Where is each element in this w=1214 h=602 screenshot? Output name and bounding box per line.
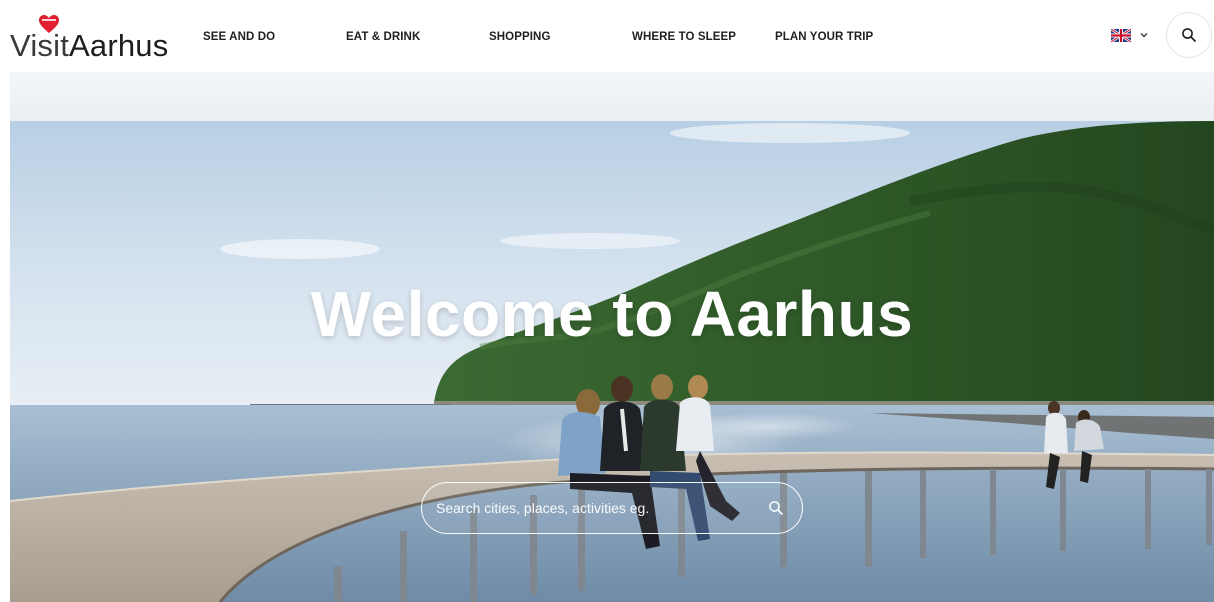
nav-see-and-do[interactable]: SEE AND DO (203, 28, 275, 46)
nav-where-to-sleep[interactable]: WHERE TO SLEEP (632, 28, 736, 46)
hero-search-box[interactable] (421, 482, 803, 534)
nav-plan-your-trip[interactable]: PLAN YOUR TRIP (775, 28, 873, 46)
search-icon (1182, 28, 1196, 42)
nav-shopping[interactable]: SHOPPING (489, 28, 551, 46)
logo-text-visit: Visit (10, 28, 70, 63)
uk-flag-icon (1111, 28, 1131, 42)
hero-banner: Welcome to Aarhus (10, 121, 1214, 602)
site-header: VisitAarhus SEE AND DO EAT & DRINK SHOPP… (0, 0, 1214, 72)
sky-strip (10, 72, 1214, 122)
hero-title: Welcome to Aarhus (310, 278, 914, 350)
logo-wordmark: VisitAarhus (10, 28, 168, 64)
nav-eat-and-drink[interactable]: EAT & DRINK (346, 28, 420, 46)
visit-aarhus-logo[interactable]: VisitAarhus (10, 14, 180, 64)
hero-search-input[interactable] (436, 500, 768, 516)
header-search-button[interactable] (1166, 12, 1212, 58)
search-icon[interactable] (768, 500, 784, 516)
logo-text-aarhus: Aarhus (69, 28, 169, 63)
language-selector[interactable] (1111, 26, 1155, 44)
chevron-down-icon (1140, 33, 1148, 38)
